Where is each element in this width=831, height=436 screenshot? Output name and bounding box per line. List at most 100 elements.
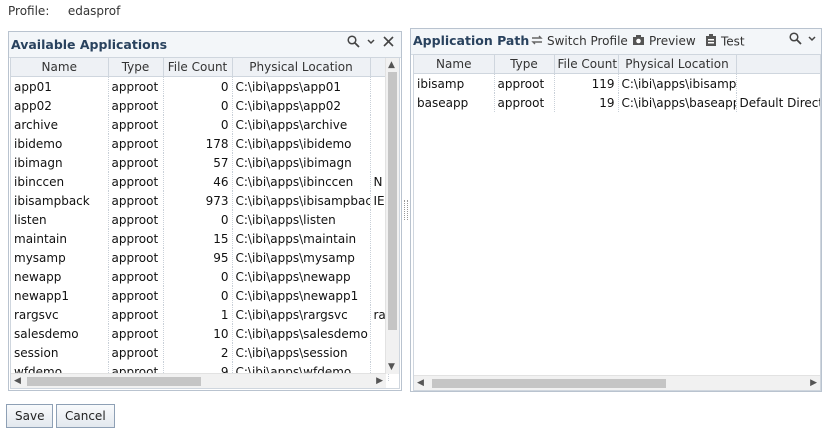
application-path-table: Name Type File Count Physical Location ibis… [414,55,820,112]
cancel-button[interactable]: Cancel [56,404,115,428]
table-cell: approot [108,229,164,248]
available-table: Name Type File Count Physical Location app0… [11,58,389,381]
table-row[interactable]: salesdemo approot 10 C:\ibi\apps\salesdemo [11,324,389,343]
column-header[interactable]: Physical Location [618,55,737,74]
profile-value: edasprof [67,4,121,18]
table-row[interactable]: mysamp approot 95 C:\ibi\apps\mysamp [11,248,389,267]
column-header[interactable]: Physical Location [232,58,371,77]
scroll-up-icon[interactable]: ▲ [388,59,395,71]
table-cell: C:\ibi\apps\archive [232,115,371,134]
scroll-left-icon[interactable]: ◀ [14,375,21,387]
table-cell: app02 [11,96,109,115]
column-header[interactable] [736,55,820,74]
column-header[interactable]: Type [108,58,164,77]
table-header-row: Name Type File Count Physical Location [414,55,820,74]
chevron-down-icon[interactable] [366,35,376,51]
table-cell: 10 [163,324,233,343]
table-cell: 0 [163,267,233,286]
table-row[interactable]: rargsvc approot 1 C:\ibi\apps\rargsvc ra [11,305,389,324]
column-header[interactable]: File Count [163,58,233,77]
table-cell: approot [108,134,164,153]
table-cell: Default Directo [736,93,820,112]
table-cell: rargsvc [11,305,109,324]
table-cell: C:\ibi\apps\ibinccen [232,172,371,191]
table-row[interactable]: listen approot 0 C:\ibi\apps\listen [11,210,389,229]
close-icon[interactable] [382,35,395,51]
switch-profile-button[interactable]: Switch Profile [531,34,628,49]
table-cell: 973 [163,191,233,210]
table-row[interactable]: baseapp approot 19 C:\ibi\apps\baseapp Defau… [414,93,820,112]
table-cell: approot [108,267,164,286]
table-row[interactable]: maintain approot 15 C:\ibi\apps\maintain [11,229,389,248]
scroll-right-icon[interactable]: ▶ [376,375,383,387]
test-button[interactable]: Test [705,34,745,50]
table-cell: C:\ibi\apps\ibidemo [232,134,371,153]
table-cell: approot [108,305,164,324]
table-cell: ibidemo [11,134,109,153]
table-row[interactable]: ibidemo approot 178 C:\ibi\apps\ibidemo [11,134,389,153]
horizontal-scroll-thumb[interactable] [432,379,666,388]
table-cell: approot [108,96,164,115]
table-cell: approot [108,191,164,210]
table-row[interactable]: app01 approot 0 C:\ibi\apps\app01 [11,76,389,96]
panel-splitter[interactable] [404,200,408,220]
table-cell: C:\ibi\apps\newapp1 [232,286,371,305]
table-cell: approot [494,93,555,112]
table-row[interactable]: ibimagn approot 57 C:\ibi\apps\ibimagn [11,153,389,172]
table-cell: 0 [163,76,233,96]
scroll-left-icon[interactable]: ◀ [417,377,424,389]
scroll-right-icon[interactable]: ▶ [810,377,817,389]
table-row[interactable]: newapp approot 0 C:\ibi\apps\newapp [11,267,389,286]
table-cell: ibimagn [11,153,109,172]
save-button[interactable]: Save [6,404,54,428]
table-row[interactable]: newapp1 approot 0 C:\ibi\apps\newapp1 [11,286,389,305]
table-cell: C:\ibi\apps\ibisamp [618,73,737,93]
table-row[interactable]: ibisampback approot 973 C:\ibi\apps\ibisamp… [11,191,389,210]
table-cell: 19 [554,93,619,112]
table-cell: ibisampback [11,191,109,210]
chevron-down-icon[interactable] [807,32,817,48]
table-cell: 0 [163,286,233,305]
table-cell [736,73,820,93]
available-grid: Name Type File Count Physical Location app0… [10,57,400,389]
table-cell: 57 [163,153,233,172]
switch-profile-label: Switch Profile [547,34,628,48]
profile-label: Profile: [8,4,50,18]
table-cell: maintain [11,229,109,248]
table-cell: approot [108,324,164,343]
table-cell: approot [108,210,164,229]
table-cell: C:\ibi\apps\listen [232,210,371,229]
preview-label: Preview [649,34,696,48]
application-path-panel: Application Path Switch Profile Preview … [410,28,822,392]
table-cell: C:\ibi\apps\ibisampback [232,191,371,210]
table-cell: listen [11,210,109,229]
table-cell: ibinccen [11,172,109,191]
table-cell: archive [11,115,109,134]
table-row[interactable]: session approot 2 C:\ibi\apps\session [11,343,389,362]
horizontal-scrollbar[interactable]: ◀ ▶ [11,373,386,388]
table-cell: 1 [163,305,233,324]
vertical-scrollbar[interactable]: ▲ ▼ [385,58,399,374]
column-header[interactable]: Name [414,55,495,74]
table-row[interactable]: ibisamp approot 119 C:\ibi\apps\ibisamp [414,73,820,93]
horizontal-scroll-thumb[interactable] [27,377,201,386]
search-icon[interactable] [347,35,360,51]
search-icon[interactable] [789,32,802,48]
test-icon [705,34,717,50]
table-row[interactable]: ibinccen approot 46 C:\ibi\apps\ibinccen N [11,172,389,191]
table-cell: app01 [11,76,109,96]
column-header[interactable]: Name [11,58,109,77]
table-cell: approot [108,343,164,362]
column-header[interactable]: Type [494,55,555,74]
table-cell: C:\ibi\apps\maintain [232,229,371,248]
column-header[interactable]: File Count [554,55,619,74]
vertical-scroll-thumb[interactable] [388,72,397,330]
table-row[interactable]: archive approot 0 C:\ibi\apps\archive [11,115,389,134]
preview-button[interactable]: Preview [632,34,696,49]
panel-title: Application Path [413,33,530,48]
table-cell: approot [494,73,555,93]
horizontal-scrollbar[interactable]: ◀ ▶ [414,375,820,390]
table-cell: ibisamp [414,73,495,93]
table-row[interactable]: app02 approot 0 C:\ibi\apps\app02 [11,96,389,115]
scroll-down-icon[interactable]: ▼ [388,361,395,373]
